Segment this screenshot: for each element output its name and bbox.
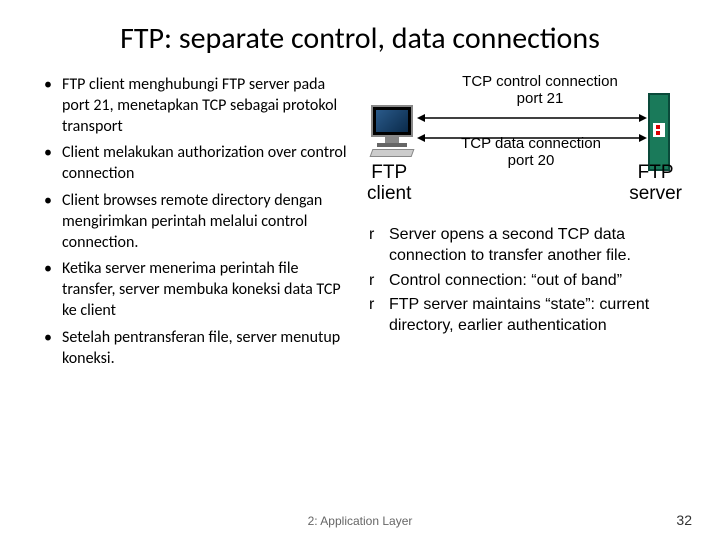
- footer-section-label: 2: Application Layer: [308, 514, 413, 528]
- bullet-item: FTP client menghubungi FTP server pada p…: [40, 75, 355, 137]
- client-label-line1: FTP: [371, 162, 407, 183]
- r-item: Control connection: “out of band”: [365, 271, 680, 292]
- slide-title: FTP: separate control, data connections: [40, 20, 680, 57]
- control-label-line1: TCP control connection: [462, 73, 618, 90]
- bullet-item: Client melakukan authorization over cont…: [40, 143, 355, 185]
- control-connection-label: TCP control connection port 21: [455, 73, 625, 108]
- client-label: FTP client: [367, 163, 411, 205]
- bullet-item: Client browses remote directory dengan m…: [40, 191, 355, 253]
- client-computer-icon: [371, 105, 413, 157]
- server-label-line2: server: [629, 183, 682, 204]
- control-label-line2: port 21: [517, 90, 564, 107]
- server-tower-icon: [648, 93, 670, 171]
- client-label-line2: client: [367, 183, 411, 204]
- ftp-diagram: TCP control connection port 21 TCP data …: [365, 75, 680, 215]
- server-label-line1: FTP: [638, 162, 674, 183]
- left-column: FTP client menghubungi FTP server pada p…: [40, 75, 355, 375]
- control-connection-arrow: [417, 111, 647, 125]
- data-label-line2: port 20: [508, 152, 555, 169]
- data-connection-label: TCP data connection port 20: [451, 135, 611, 170]
- bullet-item: Setelah pentransferan file, server menut…: [40, 328, 355, 370]
- left-bullet-list: FTP client menghubungi FTP server pada p…: [40, 75, 355, 369]
- bullet-item: Ketika server menerima perintah file tra…: [40, 259, 355, 321]
- data-label-line1: TCP data connection: [461, 135, 601, 152]
- r-item: FTP server maintains “state”: current di…: [365, 295, 680, 337]
- content-columns: FTP client menghubungi FTP server pada p…: [40, 75, 680, 375]
- page-number: 32: [676, 512, 692, 528]
- right-bullet-list: Server opens a second TCP data connectio…: [365, 225, 680, 337]
- server-label: FTP server: [629, 163, 682, 205]
- r-item: Server opens a second TCP data connectio…: [365, 225, 680, 267]
- right-column: TCP control connection port 21 TCP data …: [365, 75, 680, 375]
